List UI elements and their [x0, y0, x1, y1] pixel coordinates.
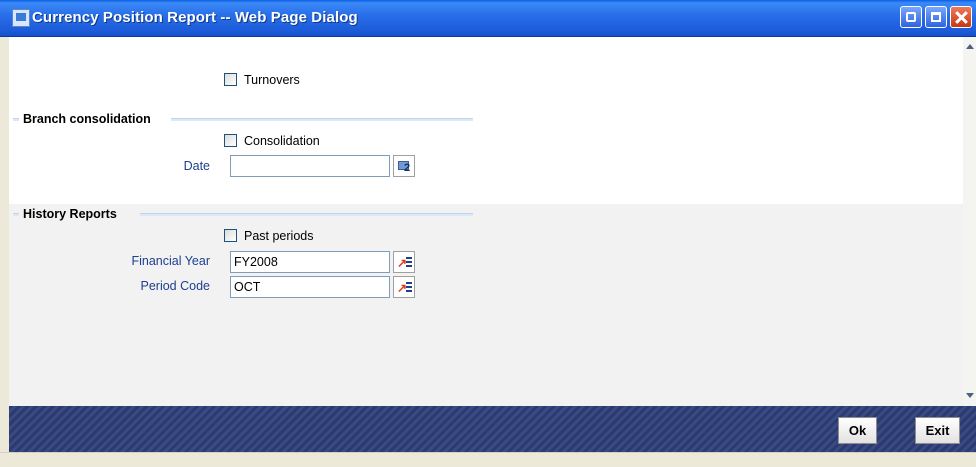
financial-year-input[interactable] [230, 251, 390, 273]
scroll-down-arrow-icon[interactable] [963, 389, 976, 401]
section-divider [140, 213, 473, 216]
ie-dialog-icon [12, 9, 30, 27]
turnovers-checkbox[interactable] [224, 73, 237, 86]
form-area-bottom [9, 204, 963, 406]
list-icon [406, 282, 412, 292]
period-code-lov-button[interactable]: ↗ [393, 276, 415, 298]
financial-year-lov-button[interactable]: ↗ [393, 251, 415, 273]
minimize-button[interactable] [900, 6, 922, 28]
scroll-up-arrow-icon[interactable] [963, 41, 976, 53]
list-icon [406, 257, 412, 267]
turnovers-label: Turnovers [244, 73, 300, 87]
date-input[interactable] [230, 155, 390, 177]
section-divider [13, 118, 19, 121]
section-divider [13, 213, 19, 216]
period-code-label: Period Code [140, 279, 211, 293]
past-periods-checkbox[interactable] [224, 229, 237, 242]
form-area-top [9, 37, 963, 204]
branch-consolidation-heading: Branch consolidation [23, 112, 151, 126]
exit-button[interactable]: Exit [915, 417, 960, 444]
consolidation-label: Consolidation [244, 134, 320, 148]
ok-button[interactable]: Ok [838, 417, 877, 444]
date-picker-button[interactable]: 2 [393, 155, 415, 177]
consolidation-checkbox[interactable] [224, 134, 237, 147]
date-label: Date [183, 159, 210, 173]
financial-year-label: Financial Year [131, 254, 210, 268]
close-button[interactable] [950, 6, 972, 28]
past-periods-label: Past periods [244, 229, 314, 243]
window-title: Currency Position Report -- Web Page Dia… [32, 9, 358, 26]
dialog-footer: Ok Exit [9, 406, 976, 452]
window-border [0, 37, 9, 452]
title-bar: Currency Position Report -- Web Page Dia… [0, 0, 976, 37]
section-divider [171, 118, 473, 121]
status-bar [0, 452, 976, 467]
period-code-input[interactable] [230, 276, 390, 298]
history-reports-heading: History Reports [23, 207, 117, 221]
vertical-scrollbar[interactable] [963, 37, 976, 406]
maximize-button[interactable] [925, 6, 947, 28]
